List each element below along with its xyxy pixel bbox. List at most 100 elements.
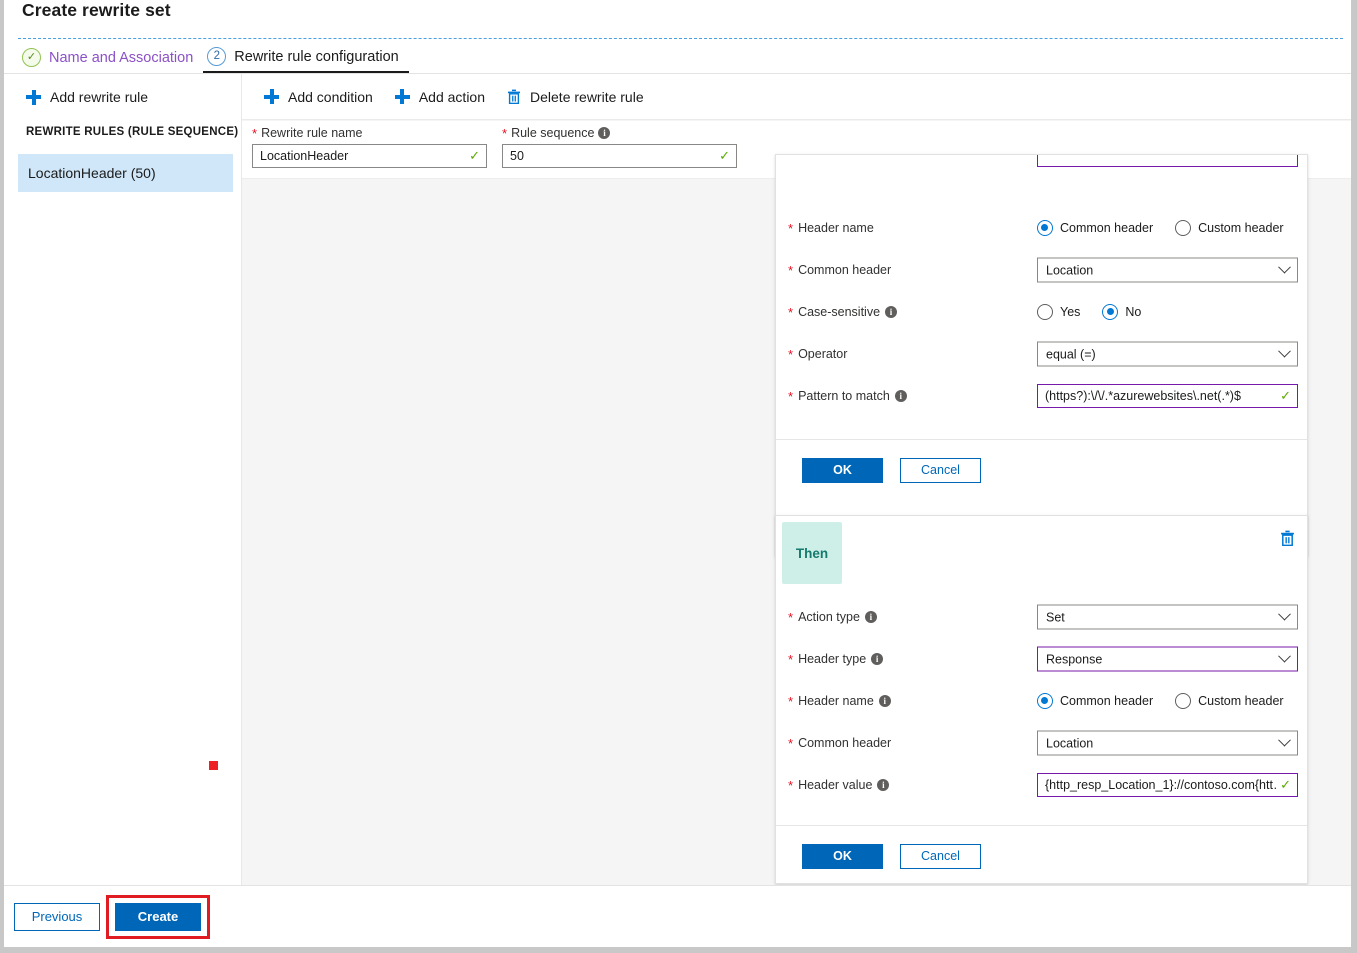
label-text: Common header <box>798 263 891 277</box>
rewrite-rule-name-label: * Rewrite rule name <box>252 126 487 140</box>
radio-dot-icon <box>1102 304 1118 320</box>
action-ok-button[interactable]: OK <box>802 844 883 869</box>
header-value-input[interactable]: {http_resp_Location_1}://contoso.com{htt… <box>1037 773 1298 797</box>
case-sensitive-radio-group: Yes No <box>1037 304 1298 320</box>
radio-dot-icon <box>1175 693 1191 709</box>
action-header-name-radio-group: Common header Custom header <box>1037 693 1298 709</box>
select-value: Location <box>1046 736 1280 750</box>
valid-check-icon: ✓ <box>1280 388 1291 404</box>
rewrite-rules-list: LocationHeader (50) <box>18 154 233 192</box>
radio-custom-header[interactable]: Custom header <box>1175 220 1283 236</box>
rule-item-label: LocationHeader (50) <box>28 165 156 181</box>
add-rewrite-rule-button[interactable]: Add rewrite rule <box>26 89 148 105</box>
label-text: Action type <box>798 610 860 624</box>
previous-button[interactable]: Previous <box>14 903 100 931</box>
radio-dot-icon <box>1037 693 1053 709</box>
info-icon[interactable]: i <box>865 611 877 623</box>
action-panel: Then * Action type i <box>775 515 1308 884</box>
header-type-select[interactable]: Response <box>1037 647 1298 672</box>
row-label: * Common header <box>788 736 891 750</box>
trash-icon <box>507 89 521 104</box>
operator-select[interactable]: equal (=) <box>1037 342 1298 367</box>
radio-common-header[interactable]: Common header <box>1037 693 1153 709</box>
label-text: Case-sensitive <box>798 305 880 319</box>
action-panel-buttons: OK Cancel <box>776 826 1307 886</box>
row-control: Location <box>1037 258 1298 283</box>
radio-label: Common header <box>1060 221 1153 235</box>
condition-row-common-header: * Common header Location <box>776 249 1307 291</box>
rewrite-rule-name-field: * Rewrite rule name LocationHeader ✓ <box>252 126 487 168</box>
select-value: Response <box>1046 652 1280 666</box>
add-action-label: Add action <box>419 89 485 105</box>
input-value: {http_resp_Location_1}://contoso.com{htt… <box>1045 778 1276 792</box>
row-label: * Header value i <box>788 778 889 792</box>
radio-label: No <box>1125 305 1141 319</box>
row-control: Location <box>1037 731 1298 756</box>
plus-icon <box>264 89 279 104</box>
tab-rewrite-rule-configuration[interactable]: 2 Rewrite rule configuration <box>203 42 408 73</box>
pattern-to-match-input[interactable]: (https?):\/\/.*azurewebsites\.net(.*)$ ✓ <box>1037 384 1298 408</box>
radio-dot-icon <box>1037 304 1053 320</box>
common-header-select[interactable]: Location <box>1037 258 1298 283</box>
chevron-down-icon <box>1278 734 1291 747</box>
condition-row-operator: * Operator equal (=) <box>776 333 1307 375</box>
info-icon[interactable]: i <box>598 127 610 139</box>
required-asterisk: * <box>788 222 793 235</box>
create-button[interactable]: Create <box>115 903 201 931</box>
rewrite-rule-name-input[interactable]: LocationHeader ✓ <box>252 144 487 168</box>
action-cancel-button[interactable]: Cancel <box>900 844 981 869</box>
info-icon[interactable]: i <box>871 653 883 665</box>
add-condition-button[interactable]: Add condition <box>264 89 373 105</box>
action-row-action-type: * Action type i Set <box>776 596 1307 638</box>
row-label: * Header name <box>788 221 874 235</box>
delete-rewrite-rule-label: Delete rewrite rule <box>530 89 644 105</box>
delete-rewrite-rule-button[interactable]: Delete rewrite rule <box>507 89 644 105</box>
radio-custom-header[interactable]: Custom header <box>1175 693 1283 709</box>
radio-common-header[interactable]: Common header <box>1037 220 1153 236</box>
list-item[interactable]: LocationHeader (50) <box>18 154 233 192</box>
tab-name-and-association[interactable]: ✓ Name and Association <box>18 42 203 73</box>
info-icon[interactable]: i <box>879 695 891 707</box>
rewrite-rules-section-header: REWRITE RULES (RULE SEQUENCE) <box>26 126 238 138</box>
add-action-button[interactable]: Add action <box>395 89 485 105</box>
partially-visible-select[interactable] <box>1037 155 1298 167</box>
check-icon: ✓ <box>22 48 41 67</box>
action-type-select[interactable]: Set <box>1037 605 1298 630</box>
select-value: Set <box>1046 610 1280 624</box>
valid-check-icon: ✓ <box>1280 777 1291 793</box>
valid-check-icon: ✓ <box>719 148 730 164</box>
row-label: * Operator <box>788 347 847 361</box>
create-button-highlight: Create <box>106 895 210 939</box>
condition-cancel-button[interactable]: Cancel <box>900 458 981 483</box>
radio-case-sensitive-yes[interactable]: Yes <box>1037 304 1080 320</box>
required-asterisk: * <box>252 127 257 140</box>
rule-editor-pane: Add condition Add action Delete rewrite … <box>242 74 1351 885</box>
plus-icon <box>26 90 41 105</box>
rule-sequence-input[interactable]: 50 ✓ <box>502 144 737 168</box>
row-label: * Common header <box>788 263 891 277</box>
info-icon[interactable]: i <box>895 390 907 402</box>
input-value: LocationHeader <box>260 149 465 163</box>
info-icon[interactable]: i <box>877 779 889 791</box>
required-asterisk: * <box>788 264 793 277</box>
action-common-header-select[interactable]: Location <box>1037 731 1298 756</box>
add-condition-label: Add condition <box>288 89 373 105</box>
required-asterisk: * <box>788 779 793 792</box>
required-asterisk: * <box>502 127 507 140</box>
action-panel-body: * Action type i Set * Header type <box>776 516 1307 886</box>
required-asterisk: * <box>788 611 793 624</box>
row-label: * Pattern to match i <box>788 389 907 403</box>
red-marker <box>209 761 218 770</box>
header-name-radio-group: Common header Custom header <box>1037 220 1298 236</box>
chevron-down-icon <box>1278 345 1291 358</box>
info-icon[interactable]: i <box>885 306 897 318</box>
row-control: Common header Custom header <box>1037 693 1298 709</box>
rule-sequence-label: * Rule sequence i <box>502 126 737 140</box>
page-title: Create rewrite set <box>22 0 171 21</box>
label-text: Operator <box>798 347 847 361</box>
radio-case-sensitive-no[interactable]: No <box>1102 304 1141 320</box>
condition-ok-button[interactable]: OK <box>802 458 883 483</box>
row-control: {http_resp_Location_1}://contoso.com{htt… <box>1037 773 1298 797</box>
radio-dot-icon <box>1037 220 1053 236</box>
required-asterisk: * <box>788 695 793 708</box>
